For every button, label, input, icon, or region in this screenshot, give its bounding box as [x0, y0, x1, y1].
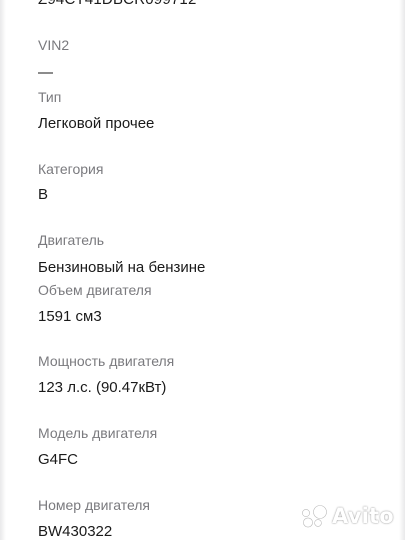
avito-logo-icon: [302, 505, 327, 528]
engine-number-label: Номер двигателя: [38, 497, 151, 513]
type-label: Тип: [38, 89, 62, 105]
vin2-label: VIN2: [38, 37, 70, 53]
category-value: B: [38, 186, 49, 203]
vehicle-spec-screen: Z94CT41DBCR099712 VIN2 — Тип Легковой пр…: [0, 0, 405, 540]
left-edge-shadow: [0, 0, 6, 540]
vin-value: Z94CT41DBCR099712: [38, 0, 196, 8]
engine-model-value: G4FC: [38, 451, 79, 468]
engine-volume-label: Объем двигателя: [38, 282, 152, 298]
engine-power-label: Мощность двигателя: [38, 353, 175, 369]
type-value: Легковой прочее: [38, 115, 155, 132]
avito-brand-text: Avito: [332, 504, 394, 528]
engine-number-value: BW430322: [38, 523, 113, 540]
engine-power-value: 123 л.с. (90.47кВт): [38, 379, 167, 396]
engine-label: Двигатель: [38, 232, 105, 248]
engine-model-label: Модель двигателя: [38, 425, 158, 441]
avito-watermark: Avito: [298, 502, 394, 530]
category-label: Категория: [38, 161, 104, 177]
engine-value: Бензиновый на бензине: [38, 259, 206, 276]
vin2-value: —: [38, 64, 53, 81]
engine-volume-value: 1591 см3: [38, 308, 102, 325]
right-edge-shadow: [399, 0, 405, 540]
